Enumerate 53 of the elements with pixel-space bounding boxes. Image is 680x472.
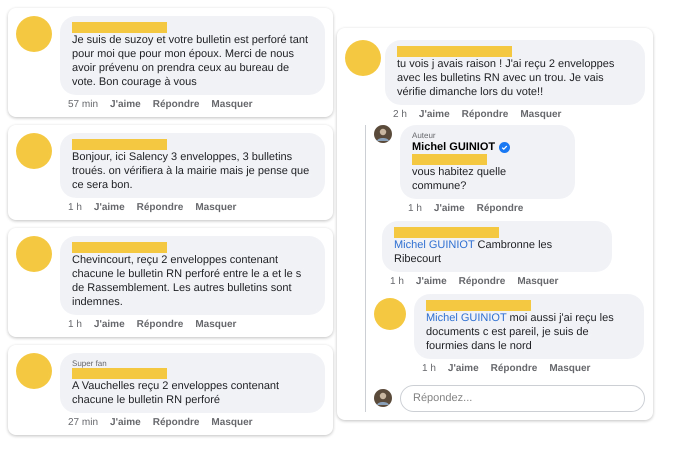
comment-text: Bonjour, ici Salency 3 enveloppes, 3 bulletins troués. on vérifiera à la mairie mais je pense que ce sera bon. <box>72 150 310 192</box>
action-link[interactable]: J'aime <box>94 202 125 214</box>
timestamp: 1 h <box>390 276 404 288</box>
action-link[interactable]: Masquer <box>517 276 558 288</box>
action-link[interactable]: J'aime <box>110 99 141 111</box>
timestamp: 27 min <box>68 417 98 429</box>
action-link[interactable]: Masquer <box>195 202 236 214</box>
action-link[interactable]: Masquer <box>211 417 253 429</box>
avatar <box>16 133 52 169</box>
action-link[interactable]: Répondre <box>136 319 184 331</box>
action-link[interactable]: Répondre <box>458 276 506 288</box>
author-name: Michel GUINIOT <box>412 140 496 154</box>
timestamp: 2 h <box>393 109 407 121</box>
comment-text: Je suis de suzoy et votre bulletin est perforé tant pour moi que pour mon époux. Merci de nous avoir prévenu on prendra ceux au bureau de vote. Bon courage à vous <box>72 33 310 89</box>
action-link[interactable]: J'aime <box>416 276 447 288</box>
avatar <box>345 40 381 76</box>
timestamp: 57 min <box>68 99 98 111</box>
action-link[interactable]: Masquer <box>195 319 236 331</box>
avatar <box>16 16 52 52</box>
comment-text: Chevincourt, reçu 2 enveloppes contenant chacune le bulletin RN perforé entre le a et le s de Rassemblement. Les autres bulletins sont indemnes. <box>72 253 302 309</box>
timestamp: 1 h <box>422 363 436 375</box>
comment-text: vous habitez quelle commune? <box>412 165 508 193</box>
mention-link[interactable]: Michel GUINIOT <box>426 312 506 324</box>
action-link[interactable]: J'aime <box>418 109 450 121</box>
comment-text: tu vois j avais raison ! J'ai reçu 2 enveloppes avec les bulletins RN avec un trou. Je vais vérifie dimanche lors du vote!! <box>397 57 616 99</box>
timestamp: 1 h <box>408 203 422 215</box>
action-link[interactable]: Répondre <box>152 417 200 429</box>
action-link[interactable]: J'aime <box>434 203 465 215</box>
action-link[interactable]: Répondre <box>462 109 508 121</box>
comment-text: Michel GUINIOT Cambronne les Ribecourt <box>394 238 554 266</box>
avatar-icon <box>374 389 392 408</box>
action-link[interactable]: J'aime <box>94 319 125 331</box>
action-link[interactable]: Masquer <box>549 363 590 375</box>
action-link[interactable]: Répondre <box>490 363 538 375</box>
action-link[interactable]: Répondre <box>136 202 184 214</box>
action-link[interactable]: Masquer <box>520 109 562 121</box>
comment-text: A Vauchelles reçu 2 enveloppes contenant chacune le bulletin RN perforé <box>72 379 280 407</box>
avatar <box>374 298 406 330</box>
action-link[interactable]: Répondre <box>152 99 200 111</box>
timestamp: 1 h <box>68 319 82 331</box>
action-link[interactable]: J'aime <box>110 417 141 429</box>
action-link[interactable]: J'aime <box>448 363 479 375</box>
avatar <box>16 236 52 272</box>
avatar-icon <box>374 125 392 143</box>
action-link[interactable]: Répondre <box>476 203 524 215</box>
timestamp: 1 h <box>68 202 82 214</box>
action-link[interactable]: Masquer <box>211 99 253 111</box>
badge-label: Super fan <box>72 359 108 368</box>
reply-field[interactable]: Répondez... <box>400 385 645 412</box>
mention-link[interactable]: Michel GUINIOT <box>394 239 474 251</box>
author-label: Auteur <box>412 131 437 140</box>
comment-text: Michel GUINIOT moi aussi j'ai reçu les documents c est pareil, je suis de fourmies dans le nord <box>426 311 615 353</box>
avatar <box>16 353 52 389</box>
